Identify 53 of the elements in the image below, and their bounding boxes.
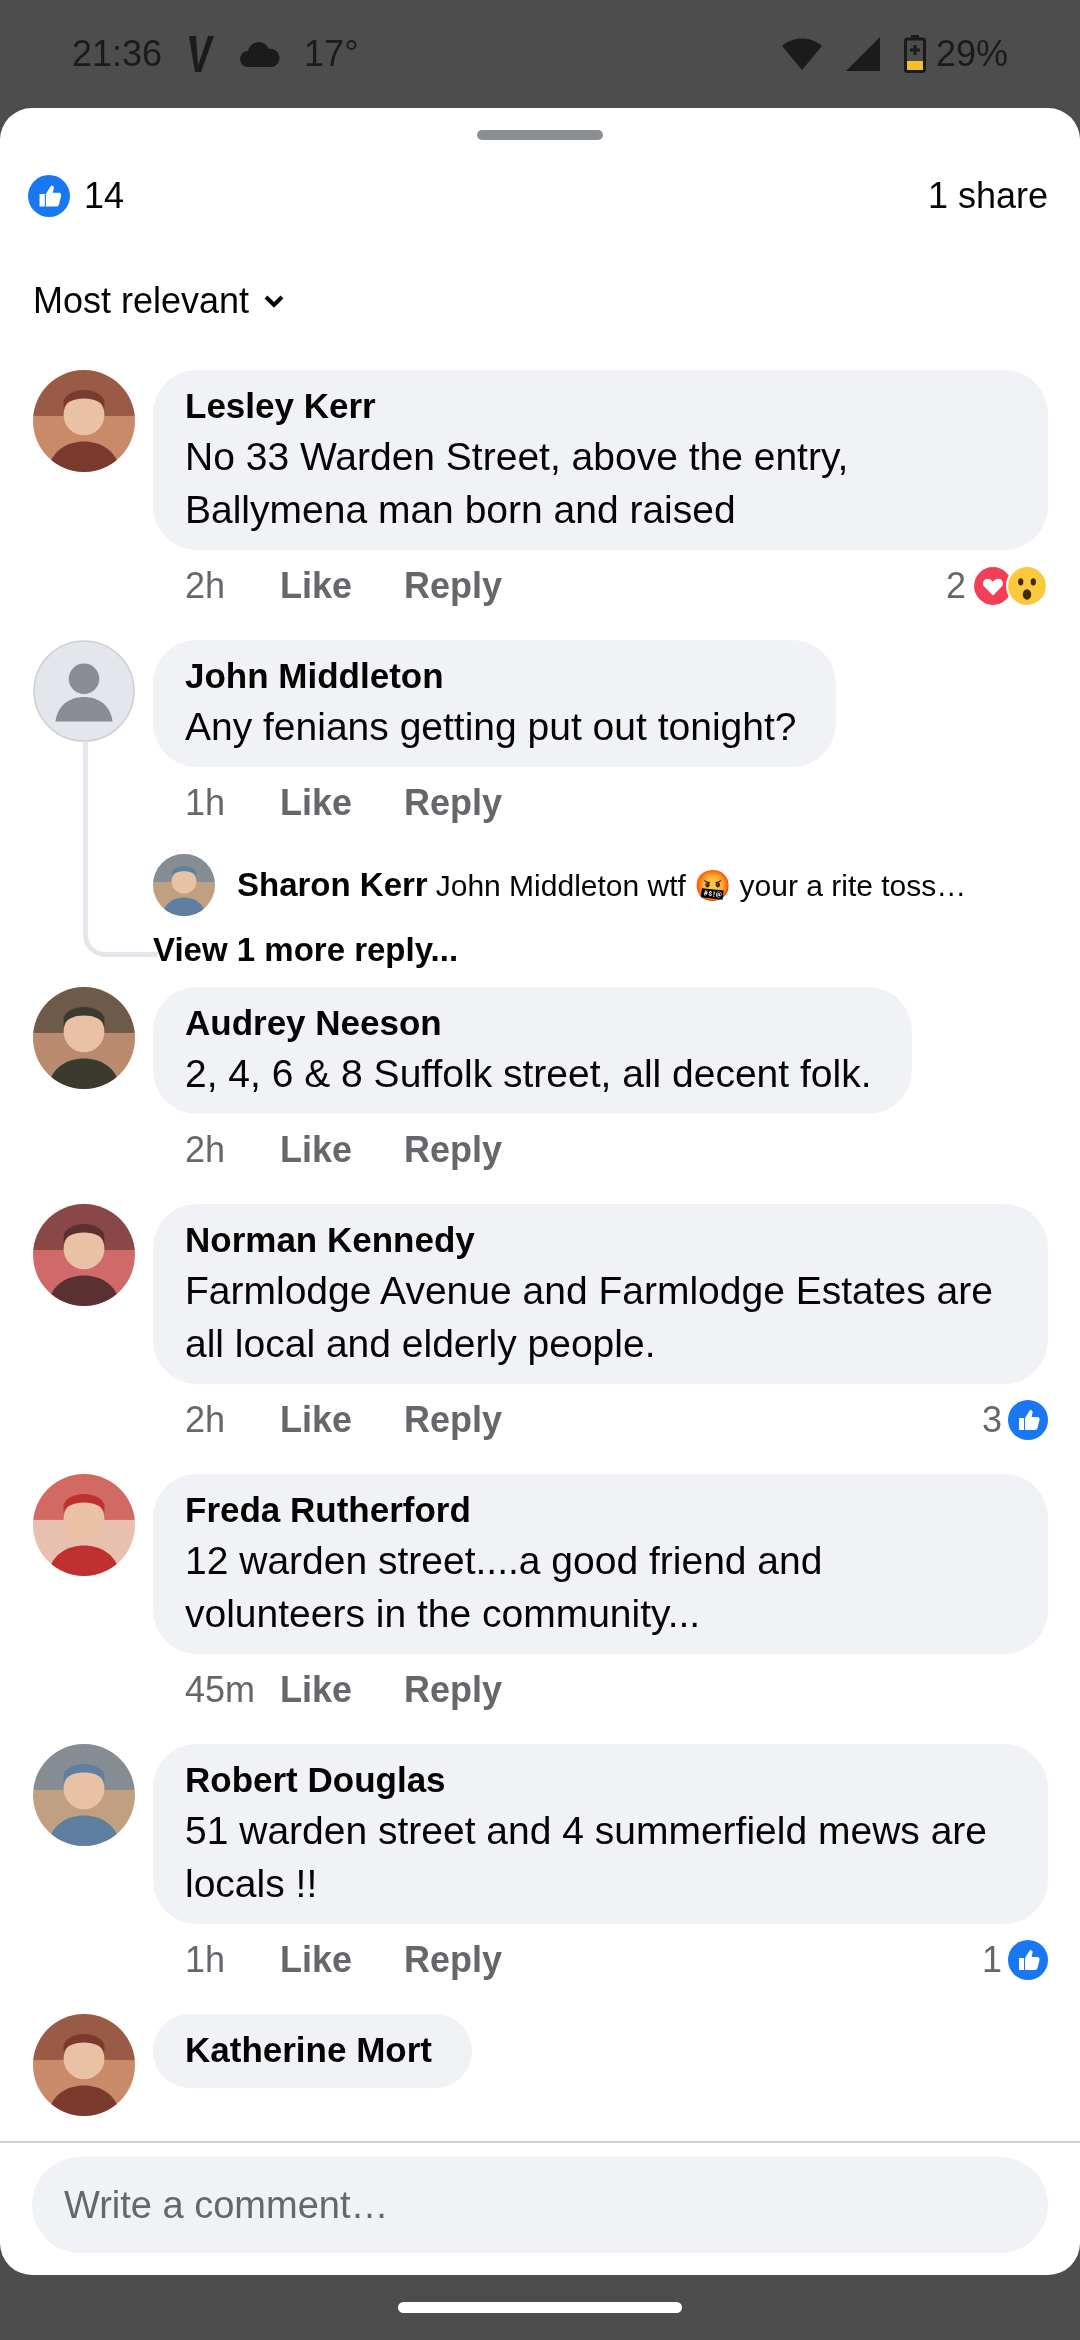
signal-icon xyxy=(845,37,880,71)
comment-author[interactable]: Lesley Kerr xyxy=(185,382,1008,430)
reply-author[interactable]: Sharon Kerr xyxy=(237,866,428,904)
comment-text: 2, 4, 6 & 8 Suffolk street, all decent folk. xyxy=(185,1051,872,1097)
comment-text: Farmlodge Avenue and Farmlodge Estates are all local and elderly people. xyxy=(185,1268,994,1367)
default-avatar-icon[interactable] xyxy=(33,640,135,742)
cloud-icon xyxy=(240,41,281,67)
share-count[interactable]: 1 share xyxy=(927,175,1048,217)
comment-author[interactable]: Freda Rutherford xyxy=(185,1486,1008,1534)
like-icon xyxy=(28,175,70,217)
wifi-icon xyxy=(781,37,822,71)
drag-handle[interactable] xyxy=(477,130,603,140)
reply-link[interactable]: Reply xyxy=(404,1669,503,1711)
comment-author[interactable]: Norman Kennedy xyxy=(185,1216,1008,1264)
reaction-count[interactable]: 3 xyxy=(981,1399,1002,1441)
comment-time: 2h xyxy=(185,565,227,607)
comment-text: No 33 Warden Street, above the entry, Ballymena man born and raised xyxy=(185,434,850,533)
surprised-emoji-icon xyxy=(1006,565,1048,607)
comment-time: 2h xyxy=(185,1399,227,1441)
like-count[interactable]: 14 xyxy=(84,175,125,217)
chevron-down-icon xyxy=(263,294,286,308)
like-link[interactable]: Like xyxy=(280,782,353,824)
like-icon xyxy=(1008,1940,1048,1980)
comment-time: 2h xyxy=(185,1129,227,1171)
like-icon xyxy=(1008,1400,1048,1440)
comment-time: 1h xyxy=(185,782,227,824)
comment-text: Any fenians getting put out tonight? xyxy=(185,704,797,750)
reply-text: John Middleton wtf 🤬 your a rite toss… xyxy=(435,867,967,903)
reply-link[interactable]: Reply xyxy=(404,1939,503,1981)
reaction-count[interactable]: 1 xyxy=(981,1939,1002,1981)
comment-text: 51 warden street and 4 summerfield mews are locals !! xyxy=(185,1808,989,1907)
comment-author[interactable]: John Middleton xyxy=(185,652,797,700)
comment-author[interactable]: Audrey Neeson xyxy=(185,999,872,1047)
like-link[interactable]: Like xyxy=(280,1399,353,1441)
comment-text: 12 warden street....a good friend and volunteers in the community... xyxy=(185,1538,824,1637)
comment-input-field[interactable]: Write a comment… xyxy=(32,2157,1048,2253)
reply-link[interactable]: Reply xyxy=(404,1399,503,1441)
reply-link[interactable]: Reply xyxy=(404,565,503,607)
like-link[interactable]: Like xyxy=(280,565,353,607)
comment-time: 45m xyxy=(185,1669,257,1711)
comment-author[interactable]: Katherine Mort xyxy=(185,2026,432,2074)
like-link[interactable]: Like xyxy=(280,1669,353,1711)
reaction-count[interactable]: 2 xyxy=(945,565,966,607)
reply-link[interactable]: Reply xyxy=(404,1129,503,1171)
reply-link[interactable]: Reply xyxy=(404,782,503,824)
comment-author[interactable]: Robert Douglas xyxy=(185,1756,1008,1804)
sort-dropdown[interactable]: Most relevant xyxy=(33,280,286,322)
app-logo-icon xyxy=(186,34,217,74)
comment-time: 1h xyxy=(185,1939,227,1981)
like-link[interactable]: Like xyxy=(280,1129,353,1171)
like-link[interactable]: Like xyxy=(280,1939,353,1981)
view-more-replies-link[interactable]: View 1 more reply... xyxy=(153,931,459,969)
battery-icon xyxy=(903,35,926,73)
